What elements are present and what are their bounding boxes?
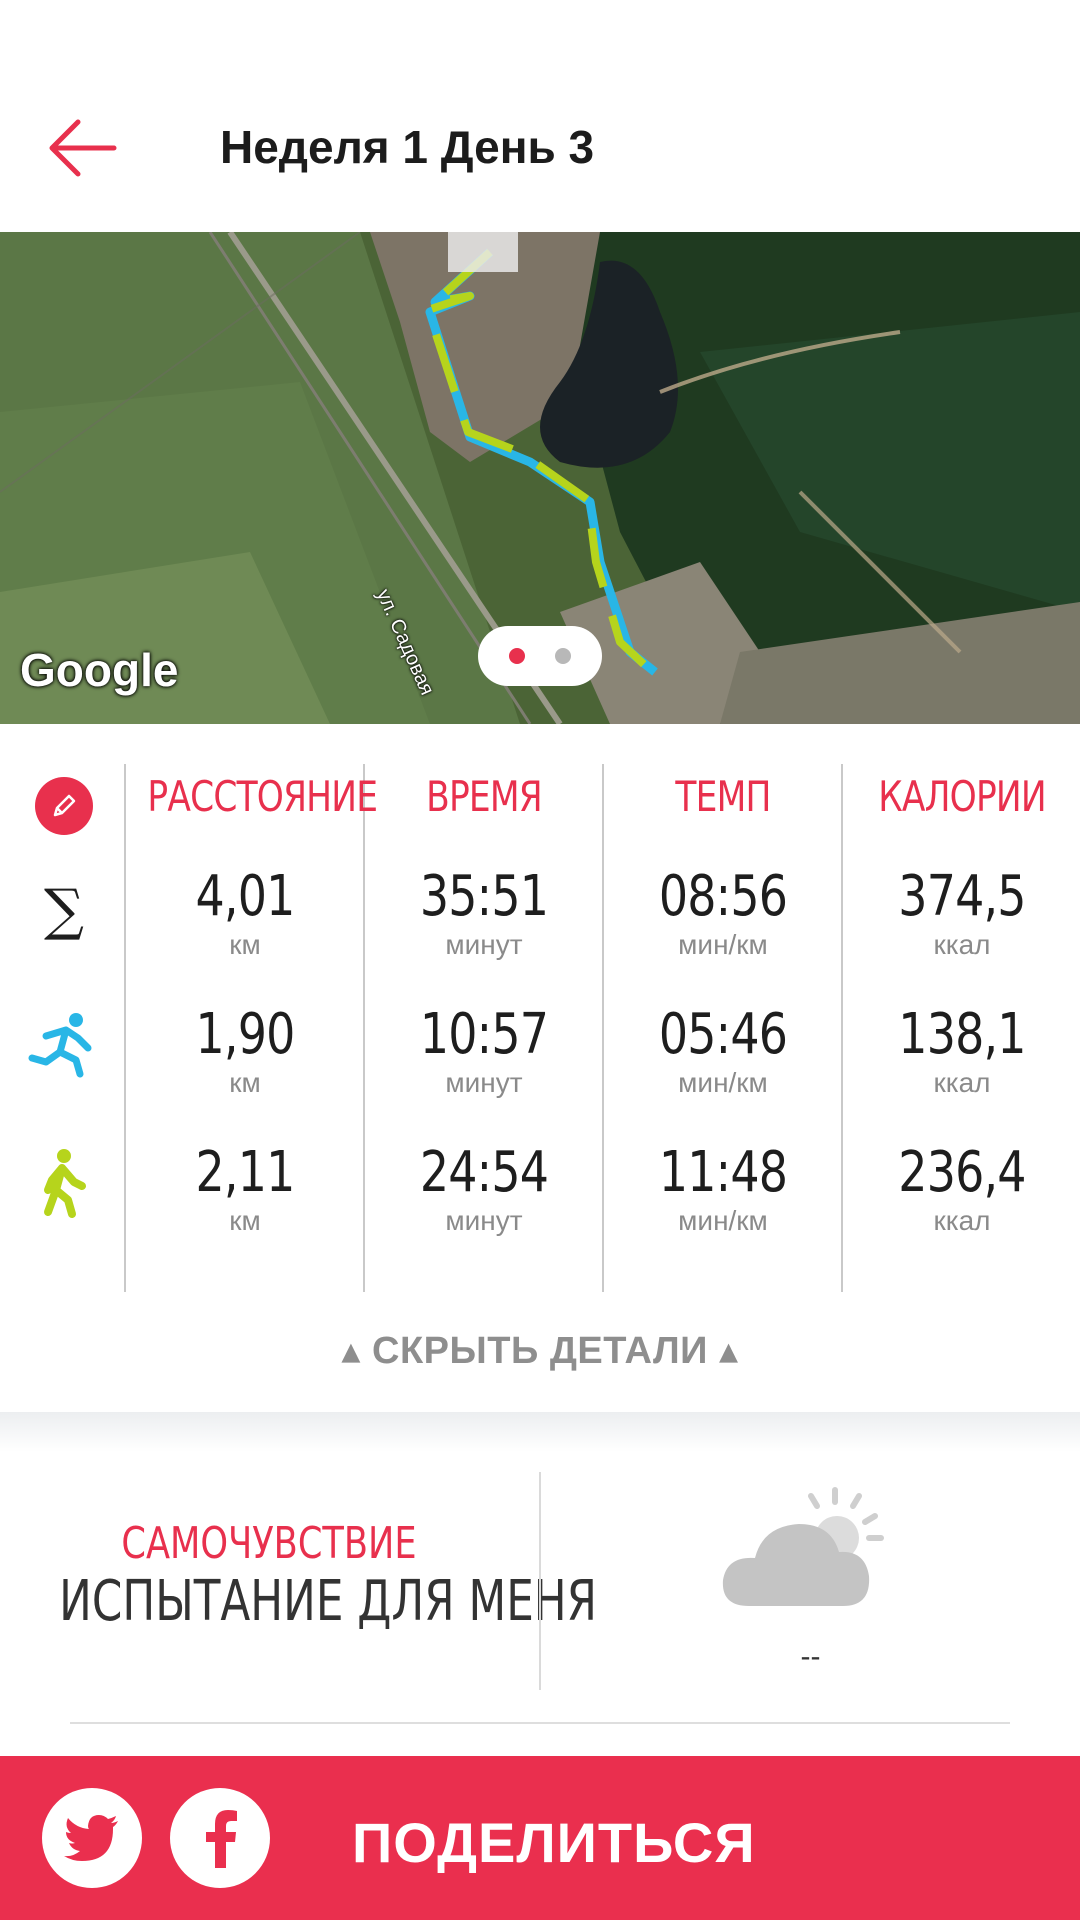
weather-value: -- — [800, 1640, 821, 1673]
feeling-value: ИСПЫТАНИЕ ДЛЯ МЕНЯ — [59, 1569, 597, 1634]
run-distance: 1,90 км — [195, 1002, 296, 1099]
total-calories: 374,5 ккал — [898, 864, 1026, 961]
run-calories: 138,1 ккал — [898, 1002, 1026, 1099]
edit-button[interactable] — [26, 768, 102, 844]
total-time: 35:51 минут — [419, 864, 549, 961]
section-divider — [0, 1412, 1080, 1452]
twitter-icon — [64, 1815, 118, 1861]
share-label: ПОДЕЛИТЬСЯ — [352, 1811, 756, 1874]
google-logo: Google — [20, 644, 179, 696]
arrow-left-icon — [49, 119, 117, 177]
page-dot-active[interactable] — [509, 648, 525, 664]
facebook-button[interactable] — [170, 1788, 270, 1888]
share-bar[interactable]: ПОДЕЛИТЬСЯ — [0, 1756, 1080, 1920]
walk-distance: 2,11 км — [195, 1140, 296, 1237]
facebook-icon — [206, 1810, 237, 1868]
page-dot-inactive[interactable] — [555, 648, 571, 664]
column-header-time: ВРЕМЯ — [426, 772, 543, 821]
app-header: Неделя 1 День 3 — [0, 0, 1080, 232]
feeling-block[interactable]: САМОЧУВСТВИЕ ИСПЫТАНИЕ ДЛЯ МЕНЯ — [0, 1470, 597, 1692]
map-page-indicator[interactable] — [478, 626, 602, 686]
caret-up-icon: ▴ — [719, 1330, 739, 1372]
page-title: Неделя 1 День 3 — [220, 121, 595, 173]
weather-block[interactable]: -- — [541, 1470, 1080, 1692]
walk-calories: 236,4 ккал — [898, 1140, 1026, 1237]
run-time: 10:57 минут — [419, 1002, 549, 1099]
stats-table: РАССТОЯНИЕ ВРЕМЯ ТЕМП КАЛОРИИ ∑ 4,01 км 3… — [0, 764, 1080, 1292]
sigma-icon: ∑ — [44, 877, 84, 943]
hide-details-label: СКРЫТЬ ДЕТАЛИ — [372, 1330, 708, 1372]
walking-icon — [26, 1146, 102, 1222]
column-header-distance: РАССТОЯНИЕ — [147, 772, 378, 821]
walk-time: 24:54 минут — [419, 1140, 549, 1237]
pencil-icon — [53, 794, 76, 817]
feeling-label: САМОЧУВСТВИЕ — [121, 1518, 417, 1569]
column-header-pace: ТЕМП — [675, 772, 771, 821]
hide-details-button[interactable]: ▴ СКРЫТЬ ДЕТАЛИ ▴ — [0, 1328, 1080, 1373]
twitter-button[interactable] — [42, 1788, 142, 1888]
running-icon — [26, 1008, 102, 1084]
walk-pace: 11:48 мин/км — [658, 1140, 788, 1237]
total-pace: 08:56 мин/км — [658, 864, 788, 961]
column-header-calories: КАЛОРИИ — [878, 772, 1046, 821]
run-pace: 05:46 мин/км — [658, 1002, 788, 1099]
partly-cloudy-icon — [722, 1487, 884, 1606]
back-button[interactable] — [44, 112, 124, 184]
bottom-divider — [70, 1722, 1010, 1724]
caret-up-icon: ▴ — [341, 1330, 361, 1372]
total-distance: 4,01 км — [195, 864, 296, 961]
